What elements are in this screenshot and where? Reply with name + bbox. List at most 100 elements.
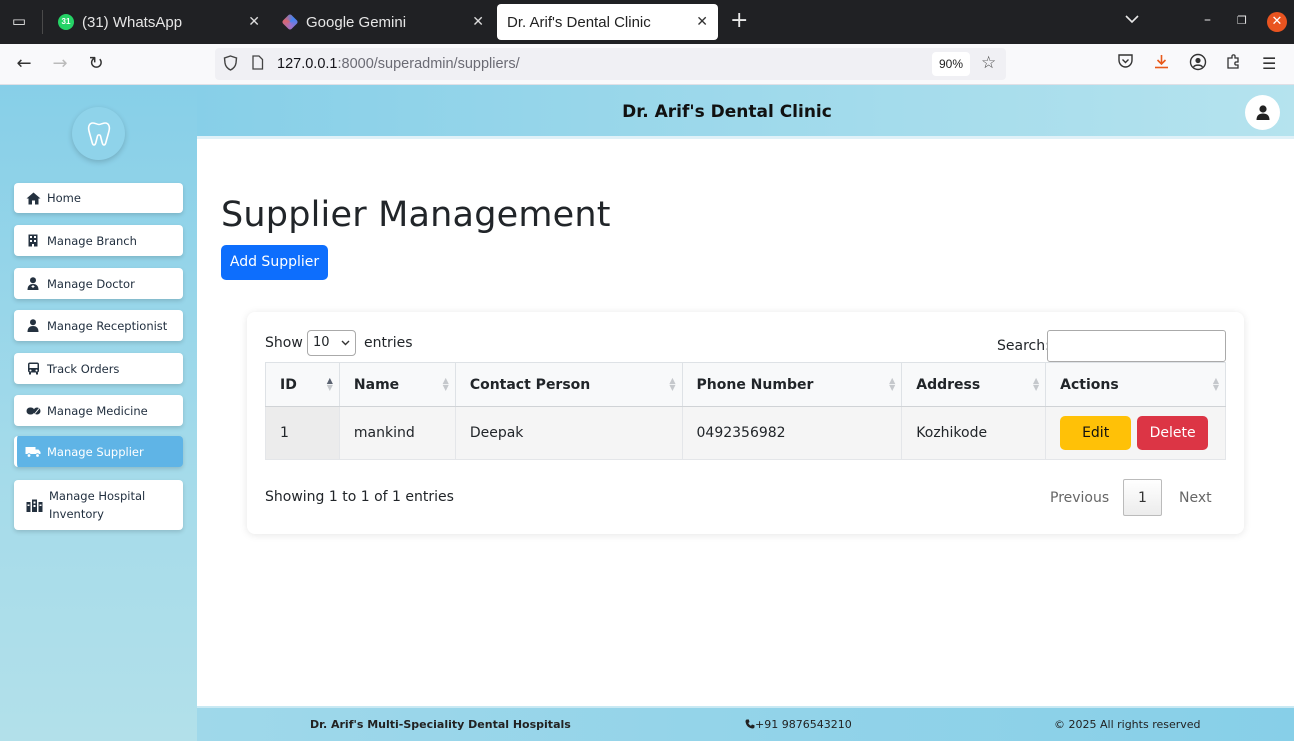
page-info-icon[interactable] [251, 55, 264, 74]
footer-copyright: © 2025 All rights reserved [1054, 718, 1201, 731]
sidebar-item-manage-branch[interactable]: Manage Branch [14, 225, 183, 256]
url-text[interactable]: 127.0.0.1:8000/superadmin/suppliers/ [277, 56, 520, 72]
column-header-name[interactable]: Name ▲ ▼ [338, 362, 456, 407]
column-label: Address [916, 376, 981, 393]
close-tab-icon[interactable]: ✕ [696, 13, 708, 30]
cell-name: mankind [338, 406, 456, 460]
tab-dental-clinic[interactable]: Dr. Arif's Dental Clinic ✕ [497, 4, 718, 40]
pocket-icon[interactable] [1117, 53, 1134, 75]
zoom-level[interactable]: 90% [932, 52, 970, 76]
pills-icon [25, 404, 41, 418]
sort-asc-icon: ▲ ▼ [326, 376, 333, 392]
column-header-phone-number[interactable]: Phone Number ▲ ▼ [681, 362, 903, 407]
sidebar-item-manage-doctor[interactable]: Manage Doctor [14, 268, 183, 299]
tab-title: Dr. Arif's Dental Clinic [507, 13, 651, 31]
app-header: Dr. Arif's Dental Clinic [197, 85, 1294, 139]
shield-icon[interactable] [223, 55, 238, 75]
column-label: Actions [1060, 376, 1119, 393]
table-header-row: ID ▲ ▼ Name ▲ ▼ Contact Person ▲ ▼ Phone Numbe… [265, 362, 1226, 407]
header-title: Dr. Arif's Dental Clinic [622, 102, 832, 122]
receptionist-icon [25, 319, 41, 333]
pagination-next[interactable]: Next [1179, 490, 1212, 506]
search-label: Search: [997, 338, 1050, 354]
sort-icon: ▲ ▼ [669, 376, 676, 392]
tab-list-icon[interactable]: ▭ [8, 10, 30, 32]
add-supplier-button[interactable]: Add Supplier [221, 245, 328, 280]
footer-hospital-name: Dr. Arif's Multi-Speciality Dental Hospi… [310, 718, 571, 731]
delete-button[interactable]: Delete [1137, 416, 1209, 450]
window-close-icon[interactable]: ✕ [1267, 12, 1287, 32]
pagination-previous[interactable]: Previous [1050, 490, 1109, 506]
extensions-icon[interactable] [1225, 53, 1242, 76]
whatsapp-icon: 31 [58, 14, 74, 30]
account-icon[interactable] [1189, 53, 1207, 77]
sidebar-item-track-orders[interactable]: Track Orders [14, 353, 183, 384]
delivery-truck-icon [25, 445, 41, 459]
suppliers-card: Show 10 entries Search: ID ▲ ▼ Name ▲ ▼ Cont… [247, 312, 1244, 534]
table-row: 1 mankind Deepak 0492356982 Kozhikode Ed… [265, 406, 1226, 460]
sidebar-item-label: Manage Doctor [47, 276, 135, 291]
truck-icon [25, 362, 41, 376]
sidebar-item-manage-medicine[interactable]: Manage Medicine [14, 395, 183, 426]
menu-icon[interactable]: ☰ [1262, 53, 1276, 75]
column-header-address[interactable]: Address ▲ ▼ [901, 362, 1047, 407]
forward-icon[interactable]: → [49, 53, 71, 75]
suppliers-table: ID ▲ ▼ Name ▲ ▼ Contact Person ▲ ▼ Phone Numbe… [265, 362, 1226, 460]
sidebar-item-label: Manage Medicine [47, 403, 148, 418]
close-tab-icon[interactable]: ✕ [472, 13, 484, 30]
clinic-logo[interactable] [72, 107, 125, 160]
entries-select[interactable]: 10 [307, 330, 356, 356]
sidebar-item-label: Manage Branch [47, 233, 137, 248]
minimize-icon[interactable]: – [1204, 12, 1211, 28]
column-label: Phone Number [696, 376, 814, 393]
back-icon[interactable]: ← [13, 53, 35, 75]
sidebar-item-manage-hospital-inventory[interactable]: Manage Hospital Inventory [14, 480, 183, 530]
page-title: Supplier Management [221, 195, 611, 235]
doctor-icon [25, 277, 41, 291]
column-header-id[interactable]: ID ▲ ▼ [265, 362, 340, 407]
sort-icon: ▲ ▼ [1032, 376, 1040, 392]
footer-phone: +91 9876543210 [745, 718, 852, 731]
url-path: :8000/superadmin/suppliers/ [337, 56, 520, 72]
entries-label: entries [364, 335, 413, 351]
home-icon [25, 191, 41, 205]
tab-overflow-chevron-icon[interactable] [1125, 12, 1139, 28]
tab-whatsapp[interactable]: 31 (31) WhatsApp ✕ [48, 4, 270, 40]
cell-phone-number: 0492356982 [681, 406, 903, 460]
sort-icon: ▲ ▼ [889, 376, 896, 392]
browser-tab-bar: ▭ 31 (31) WhatsApp ✕ Google Gemini ✕ Dr.… [0, 0, 1294, 44]
show-label: Show [265, 335, 303, 351]
table-info: Showing 1 to 1 of 1 entries [265, 489, 454, 505]
footer-phone-text: +91 9876543210 [755, 718, 852, 731]
pagination-page-1[interactable]: 1 [1123, 479, 1162, 516]
cell-address: Kozhikode [901, 406, 1047, 460]
sidebar-item-manage-supplier[interactable]: Manage Supplier [14, 436, 183, 467]
reload-icon[interactable]: ↻ [85, 53, 107, 75]
sidebar: Home Manage Branch Manage Doctor Manage … [0, 85, 197, 741]
column-header-contact-person[interactable]: Contact Person ▲ ▼ [454, 362, 683, 407]
bookmark-star-icon[interactable]: ☆ [981, 53, 996, 73]
restore-icon[interactable]: ❐ [1237, 14, 1247, 27]
tooth-icon [87, 121, 110, 146]
downloads-icon[interactable] [1153, 53, 1170, 76]
sidebar-item-label: Home [47, 191, 81, 205]
url-host: 127.0.0.1 [277, 56, 338, 72]
search-input[interactable] [1047, 330, 1226, 362]
chevron-down-icon [341, 331, 350, 356]
user-avatar[interactable] [1245, 95, 1280, 130]
sidebar-item-home[interactable]: Home [14, 183, 183, 213]
sidebar-item-label: Manage Receptionist [47, 318, 168, 333]
column-header-actions[interactable]: Actions ▲ ▼ [1045, 362, 1226, 407]
close-tab-icon[interactable]: ✕ [248, 13, 260, 30]
new-tab-icon[interactable]: + [730, 10, 748, 32]
column-label: ID [280, 376, 297, 393]
column-label: Name [353, 376, 400, 393]
tab-gemini[interactable]: Google Gemini ✕ [272, 4, 494, 40]
sidebar-item-manage-receptionist[interactable]: Manage Receptionist [14, 310, 183, 341]
address-bar[interactable]: 127.0.0.1:8000/superadmin/suppliers/ 90%… [215, 48, 1006, 80]
sidebar-item-label: Manage Hospital Inventory [49, 489, 146, 521]
cell-actions: Edit Delete [1045, 406, 1226, 460]
user-icon [1256, 105, 1269, 120]
edit-button[interactable]: Edit [1060, 416, 1132, 450]
entries-select-value: 10 [313, 335, 330, 350]
